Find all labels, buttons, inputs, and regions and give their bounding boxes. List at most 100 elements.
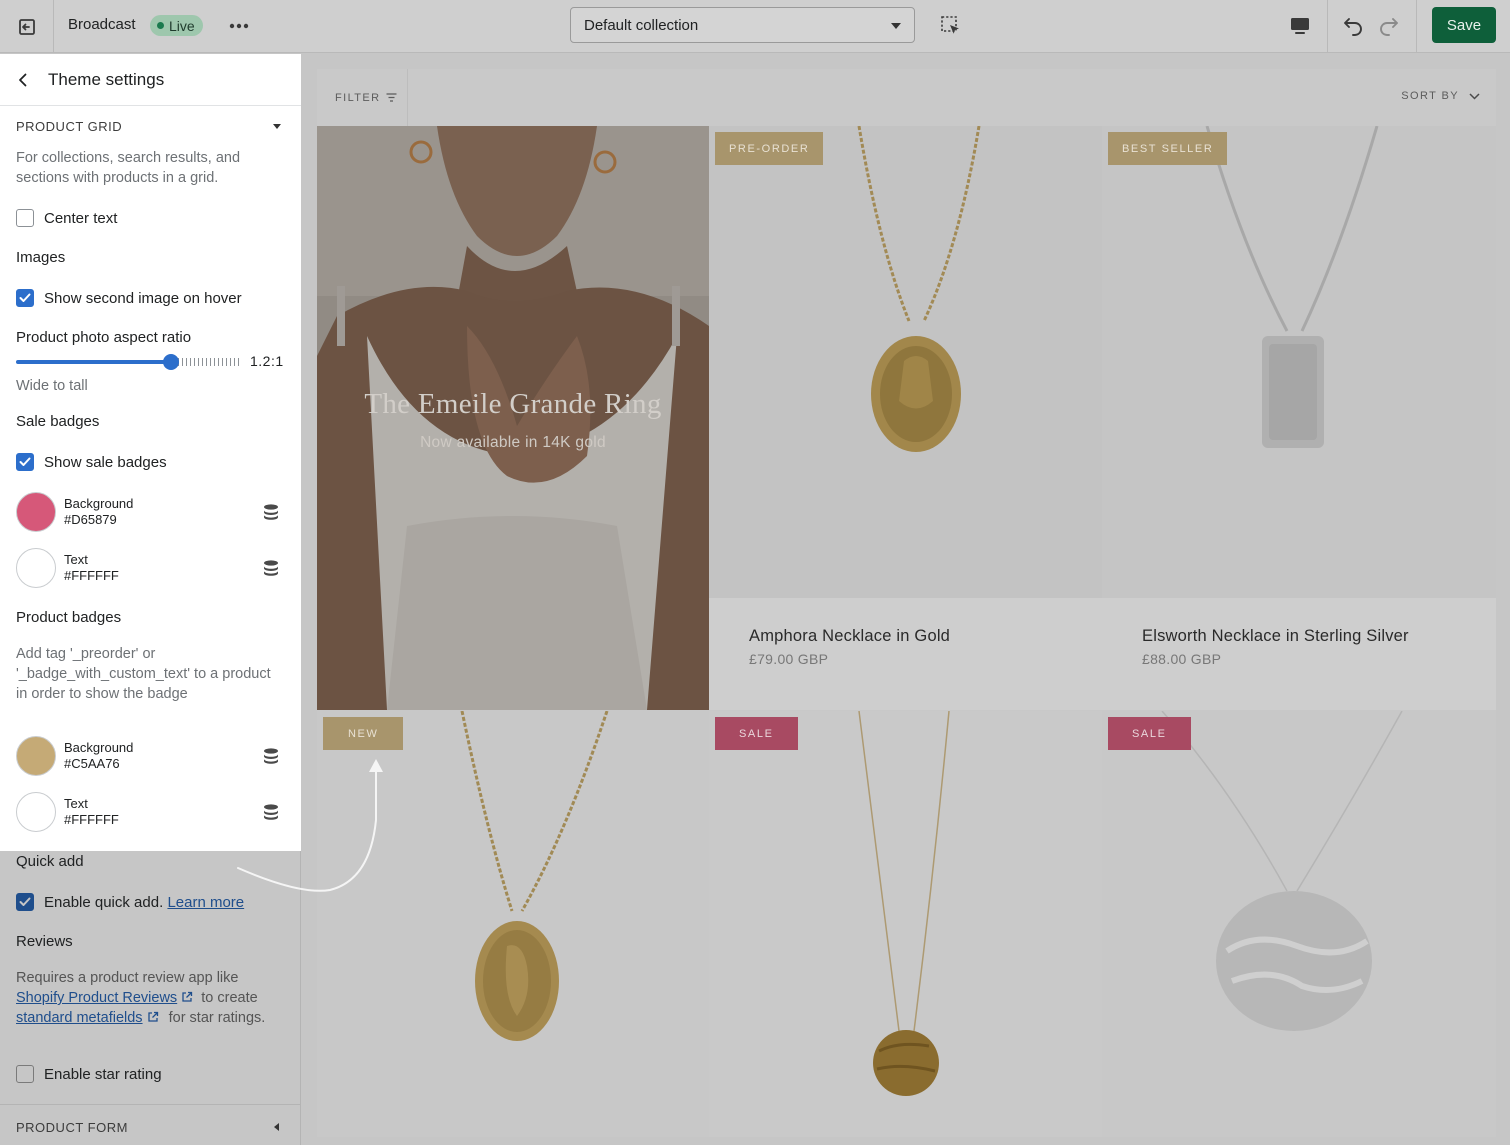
sort-button[interactable]: SORT BY (1401, 90, 1480, 102)
color-label: Background (64, 740, 134, 755)
undo-button[interactable] (1338, 11, 1368, 41)
exit-icon (18, 18, 35, 35)
caret-left-icon (274, 1123, 279, 1131)
checkmark-icon (19, 457, 31, 466)
product-image (709, 126, 1102, 598)
star-rating-label: Enable star rating (44, 1065, 162, 1083)
center-text-checkbox[interactable] (16, 209, 34, 227)
quick-add-checkbox-row[interactable]: Enable quick add. Learn more (16, 892, 244, 912)
product-badges-heading: Product badges (16, 609, 122, 626)
color-hex: #D65879 (64, 512, 117, 527)
reviews-help-text: for star ratings. (168, 1010, 266, 1026)
standard-metafields-link[interactable]: standard metafields (16, 1010, 143, 1026)
filter-icon (386, 93, 397, 102)
live-status-label: Live (169, 17, 195, 34)
exit-editor-button[interactable] (0, 0, 54, 53)
storefront-preview: FILTER SORT BY The Emeile Grande Ring No… (317, 69, 1496, 1137)
color-label: Text (64, 796, 88, 811)
product-badge-text-picker[interactable]: Text #FFFFFF (16, 792, 284, 832)
more-actions-button[interactable] (226, 13, 252, 39)
color-swatch[interactable] (16, 492, 56, 532)
database-icon[interactable] (262, 803, 280, 821)
caret-down-icon[interactable] (273, 124, 281, 129)
reviews-help-text: Requires a product review app like (16, 970, 239, 986)
desktop-view-button[interactable] (1286, 12, 1314, 40)
show-sale-badges-checkbox[interactable] (16, 453, 34, 471)
star-rating-checkbox[interactable] (16, 1065, 34, 1083)
best-seller-badge: BEST SELLER (1108, 132, 1228, 165)
filter-label: FILTER (335, 91, 381, 104)
template-select[interactable]: Default collection (570, 7, 915, 43)
filter-button[interactable]: FILTER (317, 69, 408, 126)
aspect-ratio-slider[interactable] (16, 354, 242, 370)
color-hex: #FFFFFF (64, 812, 119, 827)
chevron-left-icon (19, 73, 27, 86)
star-rating-checkbox-row[interactable]: Enable star rating (16, 1064, 162, 1084)
aspect-ratio-help: Wide to tall (16, 378, 88, 394)
quick-add-checkbox[interactable] (16, 893, 34, 911)
quick-add-label: Enable quick add. Learn more (44, 894, 244, 911)
reviews-help-text: to create (201, 990, 258, 1006)
show-sale-badges-row[interactable]: Show sale badges (16, 452, 167, 472)
editor-topbar: Broadcast Live Default collection Save (0, 0, 1510, 53)
center-text-label: Center text (44, 209, 118, 227)
product-card[interactable]: PRE-ORDER Amphora Necklace in Gold £79.0… (709, 126, 1102, 710)
product-form-section-title: PRODUCT FORM (16, 1120, 128, 1135)
product-badge-background-picker[interactable]: Background #C5AA76 (16, 736, 284, 776)
checkmark-icon (19, 897, 31, 906)
undo-icon (1344, 18, 1362, 36)
product-card[interactable]: NEW (317, 711, 709, 1137)
topbar-divider (1416, 0, 1417, 53)
color-swatch[interactable] (16, 548, 56, 588)
product-image (317, 711, 709, 1137)
product-grid-description: For collections, search results, and sec… (16, 150, 241, 186)
sale-background-color-picker[interactable]: Background #D65879 (16, 492, 284, 532)
promo-subtitle: Now available in 14K gold (420, 434, 606, 451)
reviews-heading: Reviews (16, 933, 73, 950)
product-grid-section-toggle[interactable]: PRODUCT GRID (16, 119, 122, 134)
product-grid-panel: Theme settings PRODUCT GRID For collecti… (0, 54, 301, 851)
checkmark-icon (19, 293, 31, 302)
promo-title: The Emeile Grande Ring (364, 388, 662, 420)
database-icon[interactable] (262, 559, 280, 577)
product-name[interactable]: Amphora Necklace in Gold (749, 627, 950, 646)
product-name[interactable]: Elsworth Necklace in Sterling Silver (1142, 627, 1409, 646)
promo-tile[interactable]: The Emeile Grande Ring Now available in … (317, 126, 709, 710)
new-badge: NEW (323, 717, 404, 750)
product-card[interactable]: SALE (1102, 711, 1496, 1137)
second-image-checkbox[interactable] (16, 289, 34, 307)
quick-add-heading: Quick add (16, 853, 84, 870)
product-form-section-toggle[interactable]: PRODUCT FORM (0, 1104, 301, 1145)
center-text-checkbox-row[interactable]: Center text (16, 208, 117, 228)
panel-title: Theme settings (48, 69, 165, 89)
database-icon[interactable] (262, 747, 280, 765)
ellipsis-icon (229, 23, 249, 29)
shopify-product-reviews-link[interactable]: Shopify Product Reviews (16, 990, 177, 1006)
product-image (1102, 711, 1496, 1137)
select-cursor-icon (941, 16, 959, 34)
color-swatch[interactable] (16, 792, 56, 832)
color-hex: #C5AA76 (64, 756, 120, 771)
desktop-icon (1291, 18, 1309, 34)
caret-down-icon (891, 23, 901, 29)
learn-more-link[interactable]: Learn more (167, 894, 244, 911)
chevron-down-icon (1469, 92, 1480, 100)
sort-label: SORT BY (1401, 90, 1459, 102)
product-image (1102, 126, 1496, 598)
second-image-checkbox-row[interactable]: Show second image on hover (16, 288, 242, 308)
redo-button[interactable] (1374, 11, 1404, 41)
database-icon[interactable] (262, 503, 280, 521)
color-swatch[interactable] (16, 736, 56, 776)
sale-text-color-picker[interactable]: Text #FFFFFF (16, 548, 284, 588)
product-card[interactable]: SALE (709, 711, 1102, 1137)
product-image (709, 711, 1102, 1137)
slider-thumb[interactable] (163, 354, 179, 370)
save-button[interactable]: Save (1432, 7, 1496, 43)
inspector-toggle-button[interactable] (938, 13, 964, 39)
slider-ticks (178, 358, 242, 366)
topbar-divider (1327, 0, 1328, 53)
product-card[interactable]: BEST SELLER Elsworth Necklace in Sterlin… (1102, 126, 1496, 710)
aspect-ratio-label: Product photo aspect ratio (16, 329, 192, 346)
template-select-value: Default collection (584, 16, 699, 34)
back-button[interactable] (0, 54, 46, 106)
